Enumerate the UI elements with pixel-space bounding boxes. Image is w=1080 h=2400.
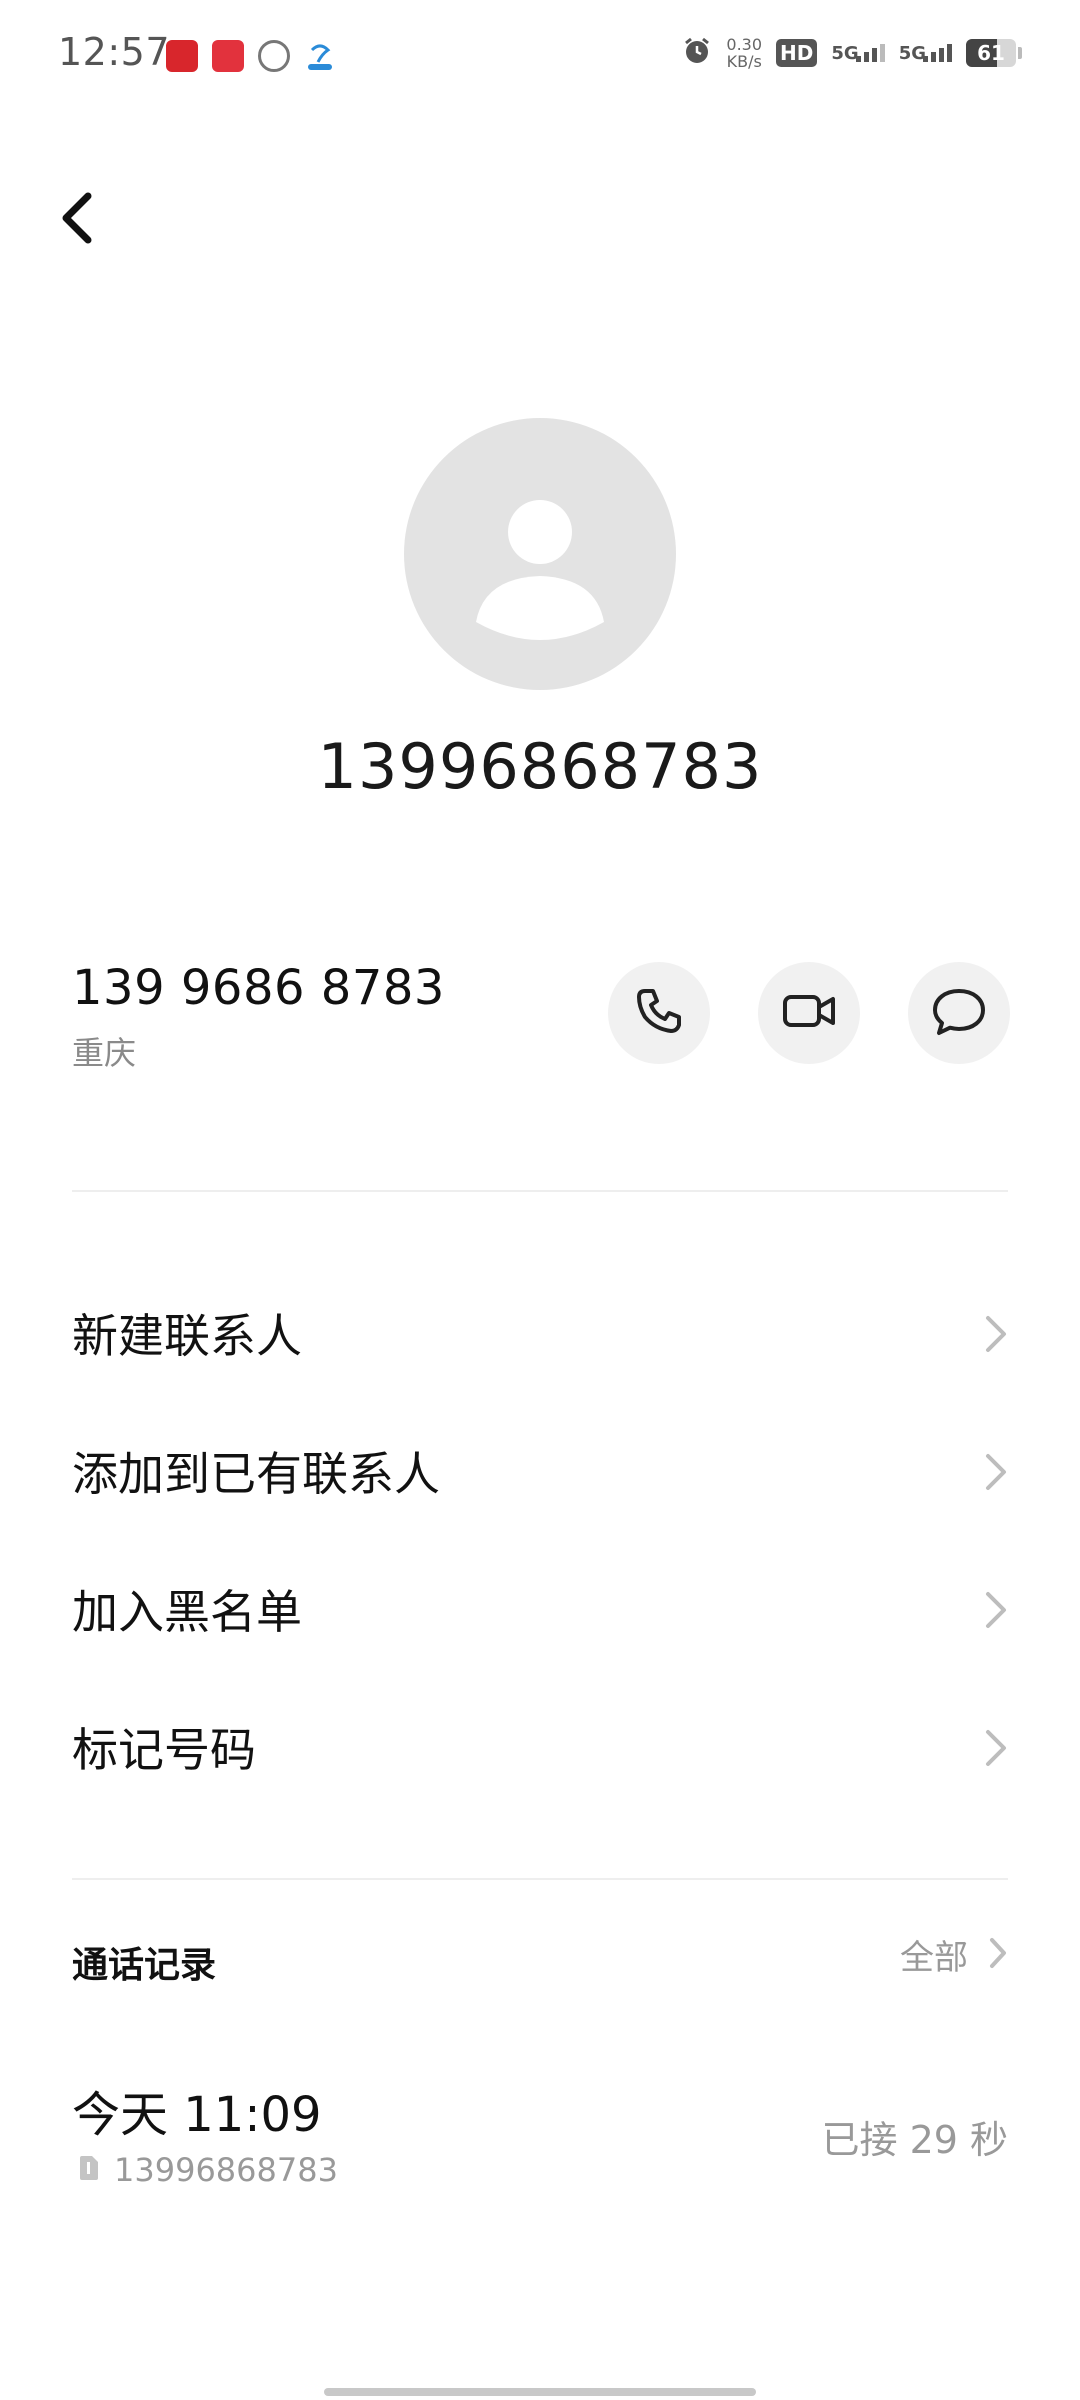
phone-icon — [631, 983, 687, 1043]
status-time: 12:57 — [58, 30, 171, 74]
alarm-icon — [682, 36, 712, 70]
call-button[interactable] — [608, 962, 710, 1064]
video-camera-icon — [779, 983, 839, 1043]
menu-item-mark-number[interactable]: 标记号码 — [72, 1686, 1008, 1806]
chevron-right-icon — [984, 1452, 1008, 1496]
status-bar: 12:57 0.30 KB/s HD 5G 5G 61 — [0, 0, 1080, 116]
status-app-icons — [166, 40, 336, 72]
call-time: 今天 11:09 — [72, 2087, 322, 2143]
avatar — [404, 418, 676, 690]
app-red-fish-icon — [212, 40, 244, 72]
menu-item-blacklist[interactable]: 加入黑名单 — [72, 1548, 1008, 1668]
message-bubble-icon — [929, 983, 989, 1043]
menu-item-add-to-existing[interactable]: 添加到已有联系人 — [72, 1410, 1008, 1530]
phone-number-row: 139 9686 8783 重庆 — [72, 960, 1010, 1080]
status-right-cluster: 0.30 KB/s HD 5G 5G 61 — [682, 36, 1022, 70]
phone-number[interactable]: 139 9686 8783 — [72, 960, 445, 1016]
video-call-button[interactable] — [758, 962, 860, 1064]
divider — [72, 1190, 1008, 1192]
home-indicator[interactable] — [324, 2388, 756, 2396]
app-red-heart-icon — [166, 40, 198, 72]
chevron-right-icon — [984, 1728, 1008, 1772]
app-blue-telecom-icon — [304, 40, 336, 72]
call-log-all-button[interactable]: 全部 — [900, 1930, 1008, 1979]
person-icon — [404, 500, 676, 690]
phone-location: 重庆 — [72, 1034, 137, 1072]
sim-card-icon — [78, 2154, 100, 2186]
signal-5g-icon: 5G — [899, 43, 952, 64]
contact-title: 13996868783 — [317, 730, 763, 803]
battery-icon: 61 — [966, 39, 1016, 67]
back-button[interactable] — [56, 180, 126, 260]
chevron-left-icon — [56, 190, 96, 250]
hd-icon: HD — [776, 39, 818, 67]
message-button[interactable] — [908, 962, 1010, 1064]
call-log-title: 通话记录 — [72, 1945, 217, 1986]
app-gray-circle-icon — [258, 40, 290, 72]
call-status: 已接 29 秒 — [821, 2118, 1008, 2162]
signal-5g-icon: 5G — [831, 43, 885, 64]
menu-item-new-contact[interactable]: 新建联系人 — [72, 1272, 1008, 1392]
battery-cap — [1018, 47, 1022, 59]
call-log-header: 通话记录 全部 — [72, 1930, 1008, 1990]
chevron-right-icon — [988, 1936, 1008, 1974]
call-log-entry[interactable]: 今天 11:09 13996868783 已接 29 秒 — [72, 2075, 1008, 2205]
chevron-right-icon — [984, 1590, 1008, 1634]
net-speed: 0.30 KB/s — [726, 35, 763, 71]
divider — [72, 1878, 1008, 1880]
chevron-right-icon — [984, 1314, 1008, 1358]
call-number: 13996868783 — [114, 2151, 338, 2189]
call-sub-info: 13996868783 — [78, 2151, 338, 2189]
